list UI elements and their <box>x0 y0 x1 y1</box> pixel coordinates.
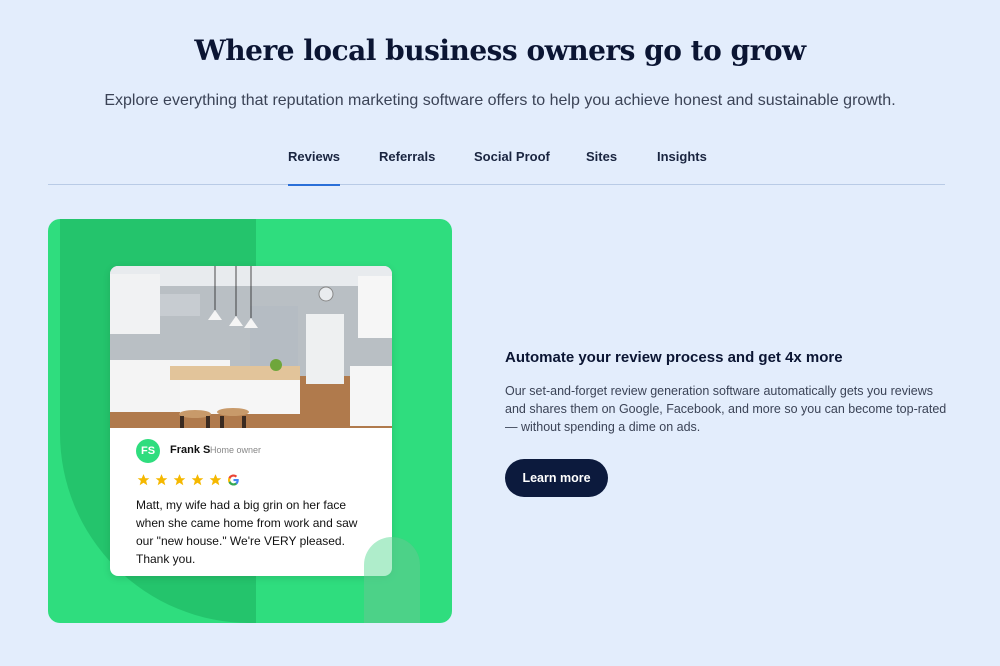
star-icon <box>191 474 204 486</box>
star-rating <box>136 473 241 487</box>
review-card: FS Frank S Home owner Matt, my wife had … <box>110 266 392 576</box>
reviewer-role: Home owner <box>210 445 262 455</box>
tab-sites[interactable]: Sites <box>586 149 617 185</box>
star-icon <box>209 474 222 486</box>
tab-reviews[interactable]: Reviews <box>288 149 341 186</box>
tab-insights[interactable]: Insights <box>657 149 707 185</box>
feature-tabs: Reviews Referrals Social Proof Sites Ins… <box>48 140 945 186</box>
decorative-shape <box>364 537 420 623</box>
page-title: Where local business owners go to grow <box>194 34 806 67</box>
kitchen-photo <box>110 266 392 428</box>
feature-title: Automate your review process and get 4x … <box>505 349 843 366</box>
learn-more-button[interactable]: Learn more <box>505 459 608 497</box>
hero-panel: FS Frank S Home owner Matt, my wife had … <box>48 219 452 623</box>
reviewer-name: Frank S <box>170 444 211 456</box>
tab-social-proof[interactable]: Social Proof <box>474 149 550 185</box>
tab-referrals[interactable]: Referrals <box>379 149 435 185</box>
star-icon <box>155 474 168 486</box>
star-icon <box>173 474 186 486</box>
google-icon <box>227 474 239 486</box>
avatar: FS <box>136 439 160 463</box>
feature-description: Our set-and-forget review generation sof… <box>505 384 947 434</box>
page-subtitle: Explore everything that reputation marke… <box>104 92 896 109</box>
star-icon <box>137 474 150 486</box>
review-text: Matt, my wife had a big grin on her face… <box>136 498 358 566</box>
